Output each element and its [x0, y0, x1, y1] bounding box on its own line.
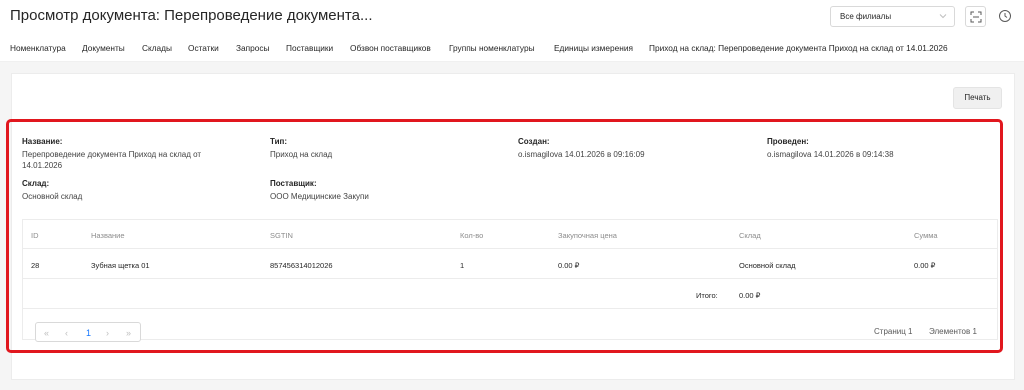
nav-item-documents[interactable]: Документы	[82, 43, 125, 53]
history-button[interactable]	[996, 7, 1014, 25]
page-title: Просмотр документа: Перепроведение докум…	[10, 7, 373, 24]
nav-item-supplier-calls[interactable]: Обзвон поставщиков	[350, 43, 431, 53]
top-navigation: Номенклатура Документы Склады Остатки За…	[0, 34, 1024, 62]
nav-item-warehouses[interactable]: Склады	[142, 43, 172, 53]
chevron-down-icon	[939, 14, 947, 19]
nav-item-requests[interactable]: Запросы	[236, 43, 269, 53]
nav-item-current-document[interactable]: Приход на склад: Перепроведение документ…	[649, 43, 948, 53]
scan-icon	[970, 11, 982, 23]
nav-item-suppliers[interactable]: Поставщики	[286, 43, 333, 53]
nav-item-nomenclature-groups[interactable]: Группы номенклатуры	[449, 43, 535, 53]
highlight-frame	[6, 119, 1003, 353]
branch-select-value: Все филиалы	[840, 12, 892, 21]
print-button[interactable]: Печать	[953, 87, 1002, 109]
nav-item-stock[interactable]: Остатки	[188, 43, 219, 53]
scan-button[interactable]	[965, 6, 986, 27]
nav-item-nomenclature[interactable]: Номенклатура	[10, 43, 66, 53]
app-header: Просмотр документа: Перепроведение докум…	[0, 0, 1024, 34]
branch-select[interactable]: Все филиалы	[830, 6, 955, 27]
nav-item-units[interactable]: Единицы измерения	[554, 43, 633, 53]
clock-icon	[999, 10, 1011, 22]
